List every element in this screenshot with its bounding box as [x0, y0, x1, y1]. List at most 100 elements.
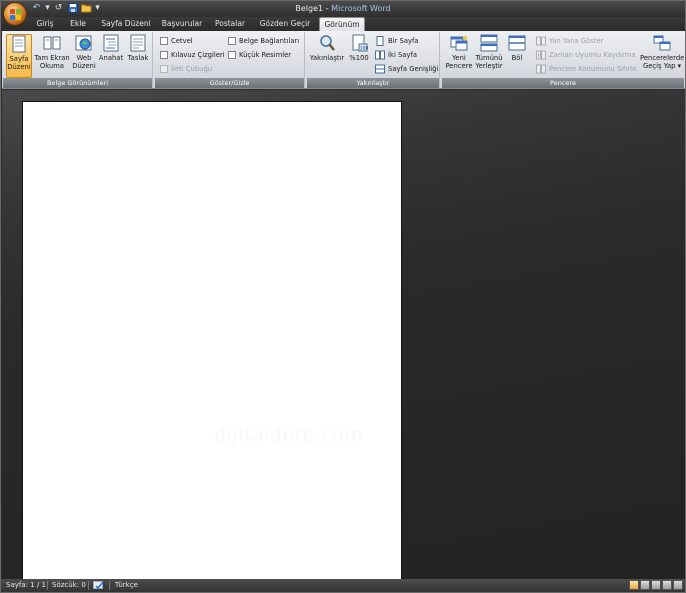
taslak-button[interactable]: Taslak [125, 34, 151, 78]
belge-baglantilari-checkbox[interactable]: Belge Bağlantıları [228, 35, 299, 47]
tumunu-yerlestir-button[interactable]: Tümünü Yerleştir [474, 34, 504, 78]
group-label-goster-gizle: Göster/Gizle [155, 78, 304, 88]
zoom-100-icon: 100 [350, 34, 369, 52]
iki-sayfa-button[interactable]: İki Sayfa [375, 49, 417, 61]
status-separator [47, 581, 48, 590]
split-icon [508, 34, 526, 52]
pencerelerde-gecis-yap-button[interactable]: Pencerelerde Geçiş Yap ▾ [640, 34, 684, 78]
full-screen-reading-icon [43, 34, 61, 52]
two-pages-icon [375, 50, 385, 60]
ribbon-tabs: Giriş Ekle Sayfa Düzeni Başvurular Posta… [1, 17, 685, 31]
bir-sayfa-label: Bir Sayfa [388, 37, 419, 45]
zoom-100-label: %100 [349, 54, 369, 62]
group-pencere: Yeni Pencere Tümünü Yerleştir Böl Yan Ya… [442, 32, 684, 88]
reset-window-position-icon [536, 64, 546, 74]
full-screen-view-icon[interactable] [640, 580, 650, 590]
yeni-pencere-button[interactable]: Yeni Pencere [444, 34, 474, 78]
tumunu-label-1: Tümünü [475, 54, 503, 62]
office-button[interactable] [3, 2, 27, 26]
document-page[interactable] [22, 101, 402, 579]
taslak-label: Taslak [127, 54, 149, 62]
title-bar: ↶ ▾ ↺ ▾ Belge1 - Microsoft Word [1, 1, 685, 17]
bir-sayfa-button[interactable]: Bir Sayfa [375, 35, 419, 47]
document-name: Belge1 [295, 4, 324, 13]
kucuk-resimler-checkbox[interactable]: Küçük Resimler [228, 49, 291, 61]
sayfa-genisligi-label: Sayfa Genişliği [388, 65, 439, 73]
document-area: dijitaldere.com [2, 90, 685, 579]
belge-baglantilari-checkbox-box[interactable] [228, 37, 236, 45]
page-width-icon [375, 64, 385, 74]
tab-sayfa-duzeni[interactable]: Sayfa Düzeni [99, 17, 153, 31]
yakinlastir-button[interactable]: Yakınlaştır [308, 34, 346, 78]
group-label-pencere: Pencere [442, 78, 684, 88]
application-name: Microsoft Word [331, 4, 391, 13]
tab-ekle[interactable]: Ekle [65, 17, 91, 31]
web-duzeni-label-1: Web [76, 54, 92, 62]
group-belge-gorunumleri: Sayfa Düzeni Tam Ekran Okuma Web Düzeni [3, 32, 153, 88]
yeni-pencere-label-2: Pencere [445, 62, 473, 70]
kilavuz-label: Kılavuz Çizgileri [171, 51, 225, 59]
svg-text:100: 100 [360, 46, 368, 52]
word-count[interactable]: Sözcük: 0 [52, 579, 86, 592]
tab-basvurular[interactable]: Başvurular [161, 17, 203, 31]
zoom-100-button[interactable]: 100 %100 [347, 34, 371, 78]
bol-button[interactable]: Böl [505, 34, 529, 78]
zaman-uyumlu-kaydirma-button: Zaman Uyumlu Kaydırma [536, 49, 636, 61]
anahat-label: Anahat [98, 54, 124, 62]
web-layout-view-icon[interactable] [651, 580, 661, 590]
web-duzeni-button[interactable]: Web Düzeni [71, 34, 97, 78]
tab-gozden-gecir[interactable]: Gözden Geçir [257, 17, 313, 31]
cetvel-label: Cetvel [171, 37, 193, 45]
group-yakinlastir: Yakınlaştır 100 %100 Bir Sayfa İki Sayfa… [307, 32, 440, 88]
status-bar: Sayfa: 1 / 1 Sözcük: 0 Türkçe [1, 579, 685, 592]
tab-giris[interactable]: Giriş [31, 17, 59, 31]
ribbon: Sayfa Düzeni Tam Ekran Okuma Web Düzeni [2, 31, 685, 89]
sayfa-duzeni-label-1: Sayfa [9, 55, 29, 63]
tam-ekran-okuma-button[interactable]: Tam Ekran Okuma [34, 34, 70, 78]
switch-windows-icon [653, 34, 671, 52]
page-count[interactable]: Sayfa: 1 / 1 [6, 579, 46, 592]
watermark: dijitaldere.com [214, 424, 364, 446]
word-window: ↶ ▾ ↺ ▾ Belge1 - Microsoft Word Giriş Ek… [0, 0, 686, 593]
web-duzeni-label-2: Düzeni [72, 62, 96, 70]
kucuk-resimler-checkbox-box[interactable] [228, 51, 236, 59]
tam-ekran-label-1: Tam Ekran [34, 54, 70, 62]
language[interactable]: Türkçe [115, 579, 138, 592]
window-title: Belge1 - Microsoft Word [1, 4, 685, 13]
draft-icon [129, 34, 147, 52]
status-separator [88, 581, 89, 590]
arrange-all-icon [480, 34, 498, 52]
sayfa-genisligi-button[interactable]: Sayfa Genişliği [375, 63, 438, 75]
gecis-label-1: Pencerelerde [640, 54, 685, 62]
gecis-label-2: Geçiş Yap ▾ [642, 62, 682, 70]
sayfa-duzeni-button[interactable]: Sayfa Düzeni [6, 34, 32, 78]
magnifier-icon [318, 34, 336, 52]
pencere-konumunu-sifirla-button: Pencere Konumunu Sıfırla [536, 63, 636, 75]
synchronous-scroll-icon [536, 50, 546, 60]
ileti-cubugu-checkbox: İleti Çubuğu [160, 63, 212, 75]
outline-view-icon[interactable] [662, 580, 672, 590]
yeni-pencere-label-1: Yeni [452, 54, 466, 62]
bol-label: Böl [511, 54, 523, 62]
new-window-icon [450, 34, 468, 52]
tab-postalar[interactable]: Postalar [213, 17, 247, 31]
kilavuz-checkbox-box[interactable] [160, 51, 168, 59]
ileti-label: İleti Çubuğu [171, 65, 213, 73]
kilavuz-cizgileri-checkbox[interactable]: Kılavuz Çizgileri [160, 49, 225, 61]
office-logo-icon [10, 9, 21, 20]
side-by-side-icon [536, 36, 546, 46]
one-page-icon [375, 36, 385, 46]
kucuk-resimler-label: Küçük Resimler [239, 51, 292, 59]
draft-view-icon[interactable] [673, 580, 683, 590]
print-layout-view-icon[interactable] [629, 580, 639, 590]
yan-yana-label: Yan Yana Göster [549, 37, 604, 45]
status-separator [109, 581, 110, 590]
tam-ekran-label-2: Okuma [39, 62, 65, 70]
anahat-button[interactable]: Anahat [98, 34, 124, 78]
tab-gorunum[interactable]: Görünüm [319, 17, 365, 31]
cetvel-checkbox[interactable]: Cetvel [160, 35, 193, 47]
cetvel-checkbox-box[interactable] [160, 37, 168, 45]
iki-sayfa-label: İki Sayfa [388, 51, 418, 59]
proofing-icon[interactable] [93, 580, 105, 592]
pencere-konumu-label: Pencere Konumunu Sıfırla [549, 65, 637, 73]
